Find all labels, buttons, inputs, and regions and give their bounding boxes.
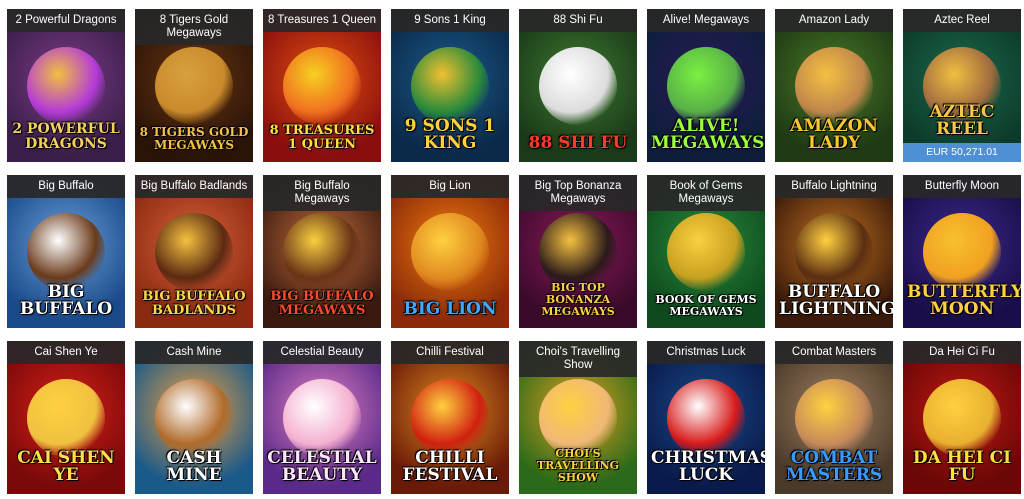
game-tile[interactable]: 8 Treasures 1 Queen 8 TREASURES 1 QUEEN xyxy=(263,9,381,162)
game-character-art xyxy=(667,47,745,125)
game-title: Amazon Lady xyxy=(775,9,893,32)
game-logo: AZTEC REEL xyxy=(929,102,995,139)
game-character-art xyxy=(795,379,873,457)
game-character-art xyxy=(27,213,105,291)
game-character-art xyxy=(27,47,105,125)
game-title: Big Buffalo Megaways xyxy=(263,175,381,211)
game-character-art xyxy=(667,213,745,291)
game-logo: 8 TREASURES 1 QUEEN xyxy=(269,123,375,152)
game-tile[interactable]: Da Hei Ci Fu DA HEI CI FU xyxy=(903,341,1021,494)
game-character-art xyxy=(795,47,873,125)
game-tile[interactable]: Big Top Bonanza Megaways BIG TOP BONANZA … xyxy=(519,175,637,328)
game-logo: BIG TOP BONANZA MEGAWAYS xyxy=(541,281,615,318)
game-tile[interactable]: Buffalo Lightning BUFFALO LIGHTNING xyxy=(775,175,893,328)
game-title: Buffalo Lightning xyxy=(775,175,893,198)
game-tile[interactable]: 2 Powerful Dragons 2 POWERFUL DRAGONS xyxy=(7,9,125,162)
game-tile[interactable]: Cash Mine CASH MINE xyxy=(135,341,253,494)
game-logo: 8 TIGERS GOLD MEGAWAYS xyxy=(139,125,249,152)
game-tile[interactable]: 8 Tigers Gold Megaways 8 TIGERS GOLD MEGA… xyxy=(135,9,253,162)
game-tile[interactable]: Big Buffalo Badlands BIG BUFFALO BADLANDS xyxy=(135,175,253,328)
game-title: Christmas Luck xyxy=(647,341,765,364)
game-logo: BIG BUFFALO MEGAWAYS xyxy=(270,289,374,318)
game-character-art xyxy=(283,213,361,291)
game-character-art xyxy=(539,213,617,291)
game-title: Combat Masters xyxy=(775,341,893,364)
game-logo: BIG LION xyxy=(403,299,497,319)
game-character-art xyxy=(155,213,233,291)
game-character-art xyxy=(923,379,1001,457)
game-title: Da Hei Ci Fu xyxy=(903,341,1021,364)
game-logo: ALIVE! MEGAWAYS xyxy=(651,116,765,153)
game-title: 88 Shi Fu xyxy=(519,9,637,32)
game-character-art xyxy=(539,47,617,125)
game-logo: CHOI'S TRAVELLING SHOW xyxy=(536,447,620,484)
game-logo: CHRISTMAS LUCK xyxy=(651,448,765,485)
game-tile[interactable]: Choi's Travelling Show CHOI'S TRAVELLING … xyxy=(519,341,637,494)
game-logo: BIG BUFFALO xyxy=(19,282,113,319)
game-title: Big Lion xyxy=(391,175,509,198)
game-character-art xyxy=(795,213,873,291)
game-tile[interactable]: Butterfly Moon BUTTERFLY MOON xyxy=(903,175,1021,328)
game-tile[interactable]: Big Buffalo BIG BUFFALO xyxy=(7,175,125,328)
game-tile[interactable]: Celestial Beauty CELESTIAL BEAUTY xyxy=(263,341,381,494)
game-logo: CELESTIAL BEAUTY xyxy=(267,448,377,485)
game-tile[interactable]: Aztec Reel AZTEC REEL EUR 50,271.01 xyxy=(903,9,1021,162)
game-tile[interactable]: Book of Gems Megaways BOOK OF GEMS MEGAWA… xyxy=(647,175,765,328)
game-grid: 2 Powerful Dragons 2 POWERFUL DRAGONS 8 Ti… xyxy=(7,9,1021,494)
game-title: 9 Sons 1 King xyxy=(391,9,509,32)
game-logo: CAI SHEN YE xyxy=(17,448,115,485)
game-tile[interactable]: Cai Shen Ye CAI SHEN YE xyxy=(7,341,125,494)
game-title: 8 Treasures 1 Queen xyxy=(263,9,381,32)
game-title: Aztec Reel xyxy=(903,9,1021,32)
game-title: Alive! Megaways xyxy=(647,9,765,32)
game-character-art xyxy=(411,379,489,457)
game-tile[interactable]: 88 Shi Fu 88 SHI FU xyxy=(519,9,637,162)
game-title: Big Buffalo xyxy=(7,175,125,198)
game-character-art xyxy=(27,379,105,457)
game-tile[interactable]: Big Buffalo Megaways BIG BUFFALO MEGAWAYS xyxy=(263,175,381,328)
game-title: Butterfly Moon xyxy=(903,175,1021,198)
game-title: Book of Gems Megaways xyxy=(647,175,765,211)
game-logo: BIG BUFFALO BADLANDS xyxy=(142,289,246,318)
game-logo: CASH MINE xyxy=(166,448,222,485)
game-title: Choi's Travelling Show xyxy=(519,341,637,377)
game-tile[interactable]: Chilli Festival CHILLI FESTIVAL xyxy=(391,341,509,494)
game-tile[interactable]: 9 Sons 1 King 9 SONS 1 KING xyxy=(391,9,509,162)
game-logo: DA HEI CI FU xyxy=(912,448,1012,485)
game-character-art xyxy=(411,213,489,291)
game-title: Big Buffalo Badlands xyxy=(135,175,253,198)
game-tile[interactable]: Amazon Lady AMAZON LADY xyxy=(775,9,893,162)
game-character-art xyxy=(667,379,745,457)
game-logo: 9 SONS 1 KING xyxy=(404,116,496,153)
game-title: Big Top Bonanza Megaways xyxy=(519,175,637,211)
game-tile[interactable]: Combat Masters COMBAT MASTERS xyxy=(775,341,893,494)
game-character-art xyxy=(539,379,617,457)
game-tile[interactable]: Big Lion BIG LION xyxy=(391,175,509,328)
game-title: Cash Mine xyxy=(135,341,253,364)
game-character-art xyxy=(283,47,361,125)
game-title: 2 Powerful Dragons xyxy=(7,9,125,32)
game-character-art xyxy=(923,213,1001,291)
game-title: Chilli Festival xyxy=(391,341,509,364)
game-title: Celestial Beauty xyxy=(263,341,381,364)
game-logo: 2 POWERFUL DRAGONS xyxy=(12,121,120,152)
game-logo: BUTTERFLY MOON xyxy=(907,282,1021,319)
game-character-art xyxy=(155,47,233,125)
game-logo: 88 SHI FU xyxy=(528,133,628,153)
game-character-art xyxy=(411,47,489,125)
game-logo: CHILLI FESTIVAL xyxy=(402,448,498,485)
game-title: 8 Tigers Gold Megaways xyxy=(135,9,253,45)
game-tile[interactable]: Alive! Megaways ALIVE! MEGAWAYS xyxy=(647,9,765,162)
game-logo: BUFFALO LIGHTNING xyxy=(779,282,893,319)
game-logo: AMAZON LADY xyxy=(790,116,878,153)
jackpot-amount: EUR 50,271.01 xyxy=(903,143,1021,162)
game-logo: BOOK OF GEMS MEGAWAYS xyxy=(655,293,757,318)
game-logo: COMBAT MASTERS xyxy=(785,448,883,485)
game-title: Cai Shen Ye xyxy=(7,341,125,364)
game-character-art xyxy=(155,379,233,457)
game-character-art xyxy=(283,379,361,457)
game-tile[interactable]: Christmas Luck CHRISTMAS LUCK xyxy=(647,341,765,494)
